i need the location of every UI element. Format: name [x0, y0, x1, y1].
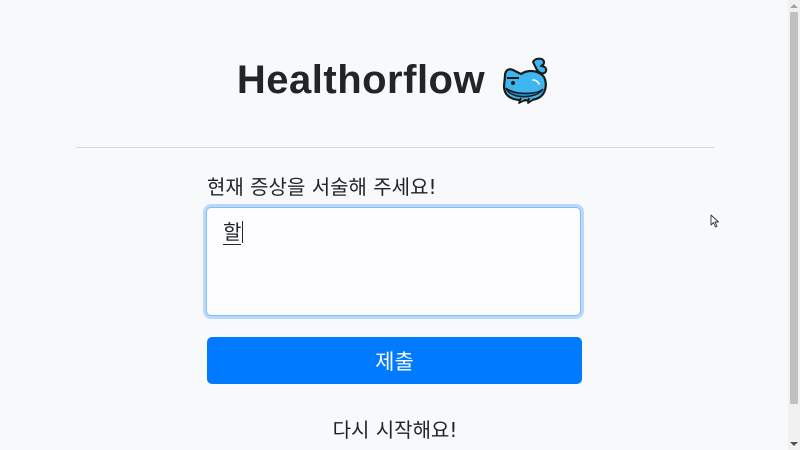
page: Healthorflow 현재 증상을 서술해 주세요! 할 제출 다시 시작해…: [0, 0, 800, 450]
submit-button[interactable]: 제출: [207, 337, 582, 384]
symptom-input-value: 할: [223, 220, 242, 245]
scroll-up-arrow-icon[interactable]: [788, 0, 800, 12]
vertical-scrollbar[interactable]: [788, 0, 800, 450]
header-divider: [76, 147, 714, 148]
app-title: Healthorflow: [236, 57, 486, 102]
whale-icon: [503, 57, 548, 104]
text-caret: [242, 221, 244, 243]
restart-link[interactable]: 다시 시작해요!: [0, 414, 790, 443]
symptom-input[interactable]: 할: [206, 207, 581, 316]
mouse-pointer-icon: [710, 214, 719, 228]
scroll-down-arrow-icon[interactable]: [788, 438, 800, 450]
header: Healthorflow: [0, 56, 788, 104]
symptom-prompt: 현재 증상을 서술해 주세요!: [207, 175, 437, 199]
scrollbar-thumb[interactable]: [790, 12, 798, 404]
